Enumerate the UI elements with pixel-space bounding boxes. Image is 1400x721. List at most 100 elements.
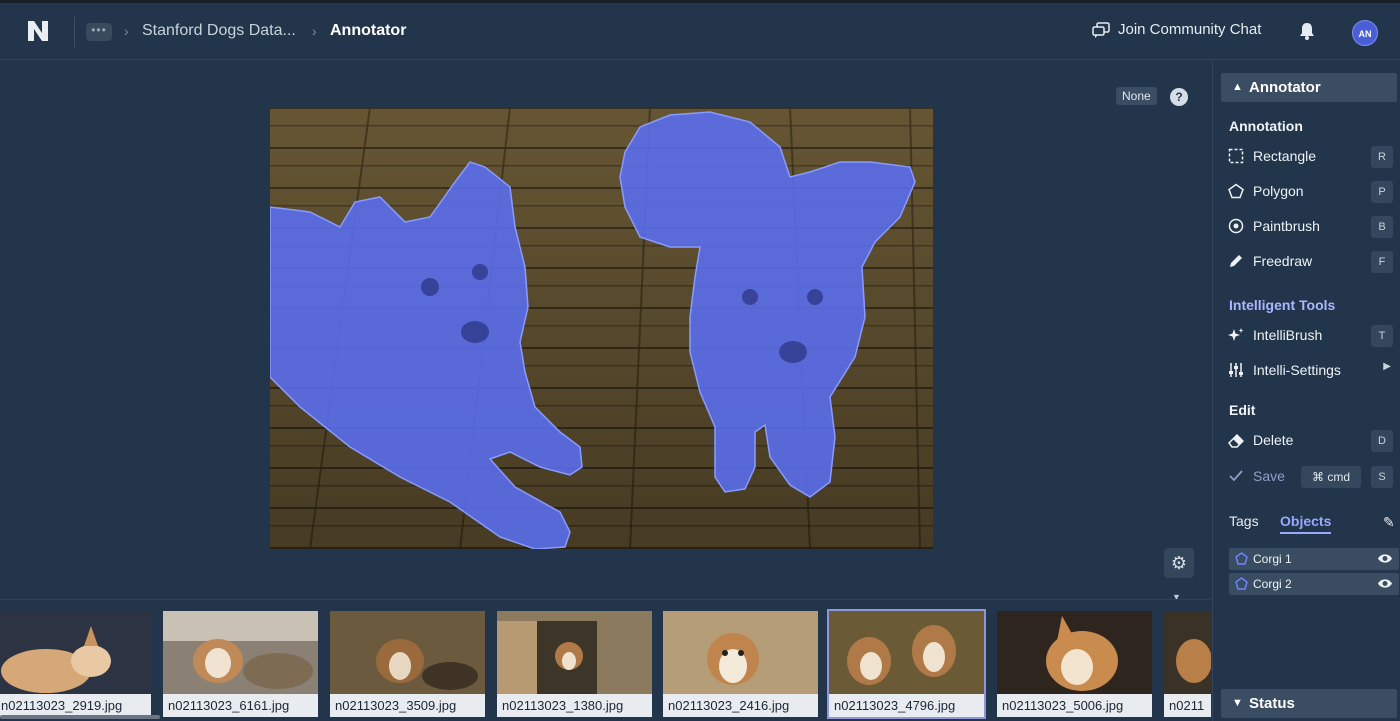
eye-icon[interactable] bbox=[1377, 577, 1393, 590]
thumbnail-image bbox=[163, 611, 318, 694]
paintbrush-tool-label: Paintbrush bbox=[1253, 218, 1320, 234]
paintbrush-tool[interactable]: Paintbrush B bbox=[1227, 214, 1397, 238]
polygon-icon bbox=[1235, 577, 1248, 590]
intellibrush-tool[interactable]: IntelliBrush T bbox=[1227, 323, 1397, 347]
command-icon: ⌘ bbox=[1311, 470, 1324, 484]
polygon-icon bbox=[1235, 552, 1248, 565]
thumbnail-filename: n02113023_2416.jpg bbox=[663, 694, 818, 717]
thumbnail[interactable]: n02113023_5006.jpg bbox=[997, 611, 1152, 717]
shortcut-key: F bbox=[1371, 251, 1393, 273]
sparkle-icon bbox=[1227, 326, 1245, 344]
thumbnail[interactable]: n0211 bbox=[1164, 611, 1211, 717]
paintbrush-icon bbox=[1227, 217, 1245, 235]
filmstrip[interactable]: n02113023_2919.jpg n02113023_6161.jpg n0… bbox=[0, 599, 1211, 721]
eraser-icon bbox=[1227, 431, 1245, 449]
thumbnail-filename: n0211 bbox=[1164, 694, 1211, 717]
breadcrumb-separator-icon: › bbox=[124, 23, 129, 39]
rectangle-tool[interactable]: Rectangle R bbox=[1227, 144, 1397, 168]
thumbnail-filename: n02113023_1380.jpg bbox=[497, 694, 652, 717]
shortcut-key: R bbox=[1371, 146, 1393, 168]
intelli-settings-tool[interactable]: Intelli-Settings ▶ bbox=[1227, 358, 1397, 382]
thumbnail-filename: n02113023_6161.jpg bbox=[163, 694, 318, 717]
freedraw-tool-label: Freedraw bbox=[1253, 253, 1313, 269]
cmd-label: cmd bbox=[1327, 470, 1350, 484]
thumbnail-image bbox=[997, 611, 1152, 694]
edit-section-title: Edit bbox=[1229, 402, 1256, 418]
breadcrumb-dataset-link[interactable]: Stanford Dogs Data... bbox=[142, 22, 296, 40]
top-bar: ••• › Stanford Dogs Data... › Annotator … bbox=[0, 0, 1400, 60]
breadcrumb-separator-icon: › bbox=[312, 23, 317, 39]
delete-tool-label: Delete bbox=[1253, 432, 1294, 448]
thumbnail-image bbox=[829, 611, 984, 694]
thumbnail-filename: n02113023_5006.jpg bbox=[997, 694, 1152, 717]
app-logo-icon[interactable] bbox=[26, 19, 50, 43]
chat-icon bbox=[1092, 21, 1110, 38]
annotator-panel-header[interactable]: ▲ Annotator bbox=[1221, 73, 1397, 102]
intellibrush-tool-label: IntelliBrush bbox=[1253, 327, 1323, 343]
shortcut-key: P bbox=[1371, 181, 1393, 203]
thumbnail-image bbox=[0, 611, 151, 694]
freedraw-tool[interactable]: Freedraw F bbox=[1227, 249, 1397, 273]
object-row-corgi-2[interactable]: Corgi 2 bbox=[1229, 573, 1399, 595]
polygon-tool-label: Polygon bbox=[1253, 183, 1304, 199]
thumbnail-image bbox=[663, 611, 818, 694]
divider bbox=[74, 17, 75, 47]
annotator-panel: ▲ Annotator Annotation Rectangle R Polyg… bbox=[1212, 61, 1400, 721]
canvas-settings-button[interactable]: ⚙ bbox=[1164, 548, 1194, 578]
chevron-down-icon: ▼ bbox=[1232, 697, 1243, 709]
thumbnail[interactable]: n02113023_3509.jpg bbox=[330, 611, 485, 717]
polygon-tool[interactable]: Polygon P bbox=[1227, 179, 1397, 203]
annotation-canvas[interactable]: None ? ⚙ ▼ bbox=[0, 61, 1211, 602]
panel-tabs: Tags Objects ✎ bbox=[1229, 513, 1399, 537]
more-options-button[interactable]: ••• bbox=[86, 23, 112, 41]
shortcut-key: S bbox=[1371, 466, 1393, 488]
object-label: Corgi 1 bbox=[1253, 552, 1292, 566]
intelli-settings-tool-label: Intelli-Settings bbox=[1253, 362, 1341, 378]
save-tool-label: Save bbox=[1253, 468, 1285, 484]
annotation-section-title: Annotation bbox=[1229, 118, 1303, 134]
zoom-badge[interactable]: None bbox=[1116, 87, 1157, 105]
rectangle-icon bbox=[1227, 147, 1245, 165]
thumbnail[interactable]: n02113023_2919.jpg bbox=[0, 611, 151, 717]
sliders-icon bbox=[1227, 361, 1245, 379]
thumbnail-image bbox=[497, 611, 652, 694]
thumbnail-filename: n02113023_2919.jpg bbox=[0, 694, 151, 717]
gear-icon: ⚙ bbox=[1170, 553, 1188, 573]
thumbnail-filename: n02113023_3509.jpg bbox=[330, 694, 485, 717]
object-label: Corgi 2 bbox=[1253, 577, 1292, 591]
thumbnail-filename: n02113023_4796.jpg bbox=[829, 694, 984, 717]
polygon-icon bbox=[1227, 182, 1245, 200]
breadcrumb-current: Annotator bbox=[330, 22, 407, 39]
shortcut-key: T bbox=[1371, 325, 1393, 347]
bell-icon[interactable] bbox=[1298, 21, 1316, 41]
annotator-panel-title: Annotator bbox=[1249, 79, 1321, 96]
cmd-shortcut-key: ⌘ cmd bbox=[1301, 466, 1361, 488]
eye-icon[interactable] bbox=[1377, 552, 1393, 565]
main-image[interactable] bbox=[270, 107, 933, 549]
edit-pencil-icon[interactable]: ✎ bbox=[1383, 514, 1395, 531]
shortcut-key: B bbox=[1371, 216, 1393, 238]
filmstrip-scrollbar[interactable] bbox=[0, 715, 160, 719]
shortcut-key: D bbox=[1371, 430, 1393, 452]
join-community-chat-label: Join Community Chat bbox=[1118, 21, 1262, 38]
tab-objects[interactable]: Objects bbox=[1280, 513, 1332, 534]
thumbnail-image bbox=[1164, 611, 1211, 694]
user-avatar[interactable]: AN bbox=[1352, 20, 1378, 46]
thumbnail[interactable]: n02113023_1380.jpg bbox=[497, 611, 652, 717]
help-icon[interactable]: ? bbox=[1170, 88, 1188, 106]
check-icon bbox=[1227, 467, 1245, 485]
object-row-corgi-1[interactable]: Corgi 1 bbox=[1229, 548, 1399, 570]
chevron-right-icon: ▶ bbox=[1383, 361, 1391, 372]
thumbnail-selected[interactable]: n02113023_4796.jpg bbox=[827, 609, 986, 719]
tab-tags[interactable]: Tags bbox=[1229, 513, 1259, 529]
chevron-up-icon: ▲ bbox=[1232, 81, 1243, 93]
join-community-chat-button[interactable]: Join Community Chat bbox=[1092, 21, 1261, 38]
rectangle-tool-label: Rectangle bbox=[1253, 148, 1317, 164]
thumbnail-image bbox=[330, 611, 485, 694]
status-panel-title: Status bbox=[1249, 695, 1295, 712]
status-panel-header[interactable]: ▼ Status bbox=[1221, 689, 1397, 718]
thumbnail[interactable]: n02113023_2416.jpg bbox=[663, 611, 818, 717]
thumbnail[interactable]: n02113023_6161.jpg bbox=[163, 611, 318, 717]
delete-tool[interactable]: Delete D bbox=[1227, 428, 1397, 452]
intelligent-tools-section-title: Intelligent Tools bbox=[1229, 297, 1336, 313]
